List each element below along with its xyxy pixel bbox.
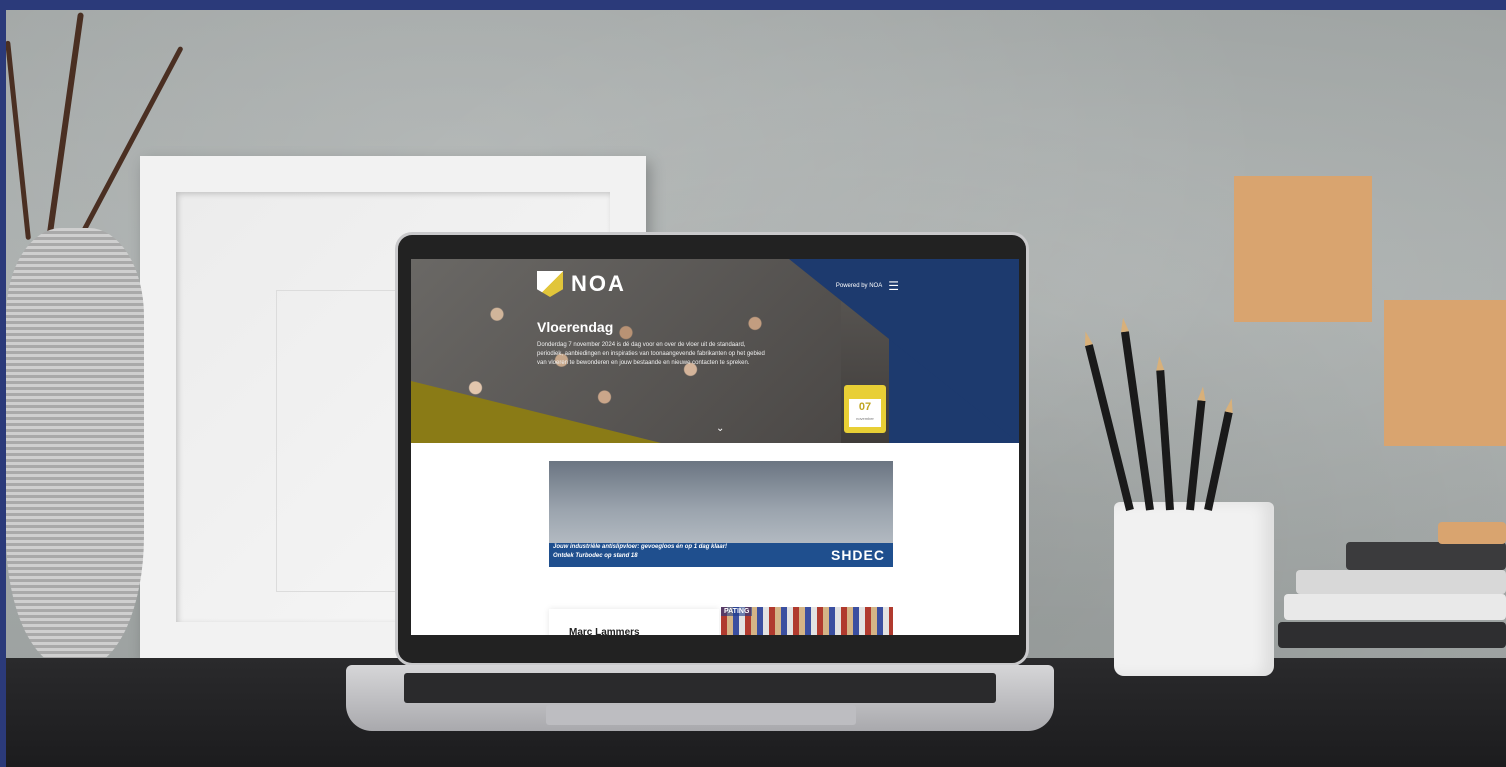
laptop-screen: NOA Powered by NOA ☰ Vloerendag Donderda… — [411, 259, 1019, 635]
book — [1346, 542, 1506, 570]
event-description: Donderdag 7 november 2024 is dé dag voor… — [537, 342, 765, 366]
pencil-cup — [1114, 502, 1274, 676]
noa-logo-icon — [537, 271, 563, 297]
pencil — [1156, 370, 1174, 511]
desk-scene-background: NOA Powered by NOA ☰ Vloerendag Donderda… — [6, 10, 1506, 767]
vase — [6, 228, 144, 668]
sticky-note — [1234, 176, 1372, 322]
laptop-keyboard — [404, 673, 996, 703]
advertisement-banner[interactable]: Jouw industriële antislipvloer: gevoeglo… — [549, 461, 893, 567]
photo-label: PATING — [721, 607, 753, 616]
speaker-card[interactable]: Marc Lammers — [549, 609, 719, 635]
calendar-icon: 07 november — [844, 385, 886, 433]
hero-olive-diagonal — [411, 381, 661, 443]
hamburger-icon[interactable]: ☰ — [888, 279, 899, 293]
speaker-photo: PATING — [721, 607, 893, 635]
book — [1438, 522, 1506, 544]
chevron-down-icon[interactable]: ⌄ — [716, 423, 724, 434]
calendar-day: 07 — [849, 399, 881, 427]
site-logo[interactable]: NOA — [537, 271, 626, 297]
decor-branch — [6, 40, 31, 240]
calendar-month: november — [856, 416, 874, 421]
hero-blue-diagonal — [789, 259, 1019, 443]
laptop-base — [346, 665, 1054, 731]
sticky-note — [1384, 300, 1506, 446]
book — [1284, 594, 1506, 620]
decor-branch — [46, 12, 84, 241]
website-hero: NOA Powered by NOA ☰ Vloerendag Donderda… — [411, 259, 1019, 443]
pencil — [1186, 400, 1206, 511]
pencil — [1204, 411, 1233, 511]
speaker-name: Marc Lammers — [569, 627, 640, 635]
logo-text: NOA — [571, 271, 626, 296]
header-right: Powered by NOA ☰ — [836, 279, 899, 293]
event-title: Vloerendag — [537, 319, 614, 335]
powered-by-text: Powered by NOA — [835, 283, 883, 289]
book — [1278, 622, 1506, 648]
book — [1296, 570, 1506, 594]
ad-brand-logo: SHDEC — [830, 547, 885, 563]
laptop-trackpad — [546, 705, 856, 725]
